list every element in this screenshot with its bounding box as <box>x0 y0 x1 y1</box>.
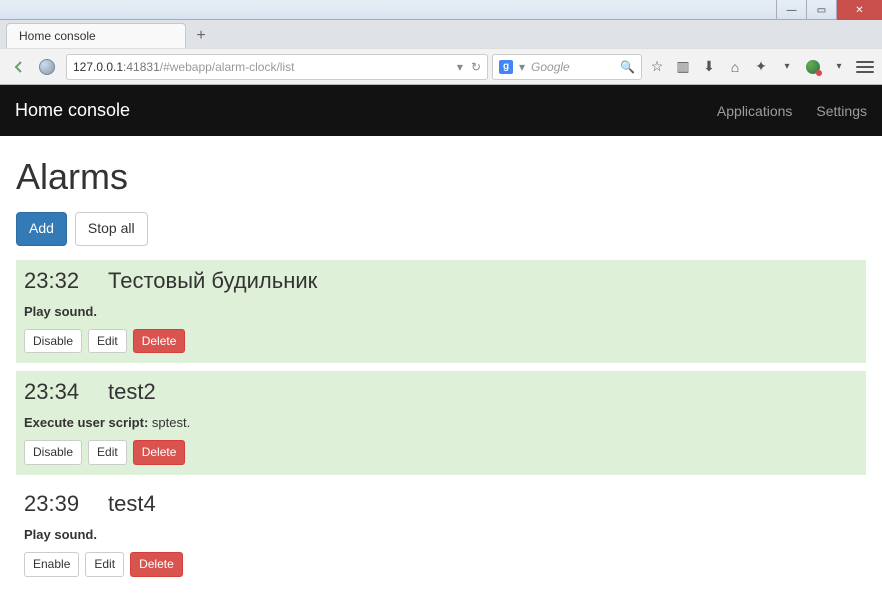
hamburger-icon <box>856 61 874 73</box>
nav-link-applications[interactable]: Applications <box>717 103 793 119</box>
disable-button[interactable]: Disable <box>24 329 82 354</box>
reload-icon[interactable]: ↻ <box>471 60 481 74</box>
browser-chrome: — ▭ ✕ Home console + 127.0.0.1:41831/#we… <box>0 0 882 85</box>
window-close-button[interactable]: ✕ <box>836 0 882 20</box>
navbar-links: Applications Settings <box>717 103 867 119</box>
extension-button[interactable] <box>802 56 824 78</box>
menu-button[interactable] <box>854 56 876 78</box>
url-bar: 127.0.0.1:41831/#webapp/alarm-clock/list… <box>0 48 882 84</box>
alarm-description: Execute user script: sptest. <box>24 415 858 430</box>
delete-button[interactable]: Delete <box>130 552 183 577</box>
caret-icon[interactable]: ▾ <box>776 56 798 78</box>
bookmark-button[interactable]: ☆ <box>646 56 668 78</box>
url-text: 127.0.0.1:41831/#webapp/alarm-clock/list <box>73 60 294 74</box>
tab-title: Home console <box>19 29 96 43</box>
main-container: Alarms Add Stop all 23:32 Тестовый будил… <box>0 136 882 593</box>
stop-all-button[interactable]: Stop all <box>75 212 148 246</box>
search-box[interactable]: g ▾ Google 🔍 <box>492 54 642 80</box>
alarm-description: Play sound. <box>24 304 858 319</box>
edit-button[interactable]: Edit <box>88 329 127 354</box>
home-button[interactable]: ⌂ <box>724 56 746 78</box>
page-actions: Add Stop all <box>16 212 866 246</box>
alarm-time: 23:34 <box>24 379 84 405</box>
add-button[interactable]: Add <box>16 212 67 246</box>
window-controls: — ▭ ✕ <box>0 0 882 20</box>
alarm-actions: Enable Edit Delete <box>24 552 858 577</box>
alarm-item: 23:34 test2 Execute user script: sptest.… <box>16 371 866 475</box>
alarm-name: test4 <box>108 491 156 517</box>
addon-button[interactable]: ✦ <box>750 56 772 78</box>
caret-icon[interactable]: ▾ <box>828 56 850 78</box>
enable-button[interactable]: Enable <box>24 552 79 577</box>
search-placeholder: Google <box>531 60 570 74</box>
alarm-header: 23:39 test4 <box>24 491 858 517</box>
search-icon[interactable]: 🔍 <box>620 60 635 74</box>
window-minimize-button[interactable]: — <box>776 0 806 20</box>
new-tab-button[interactable]: + <box>188 26 214 46</box>
alarm-time: 23:32 <box>24 268 84 294</box>
alarm-header: 23:34 test2 <box>24 379 858 405</box>
downloads-button[interactable]: ⬇ <box>698 56 720 78</box>
alarm-name: Тестовый будильник <box>108 268 317 294</box>
alarm-header: 23:32 Тестовый будильник <box>24 268 858 294</box>
edit-button[interactable]: Edit <box>88 440 127 465</box>
alarm-name: test2 <box>108 379 156 405</box>
globe-icon <box>39 59 55 75</box>
navbar-brand[interactable]: Home console <box>15 100 130 121</box>
dropdown-icon[interactable]: ▾ <box>519 60 525 74</box>
identity-button[interactable] <box>36 54 62 80</box>
page-viewport[interactable]: Home console Applications Settings Alarm… <box>0 85 882 593</box>
dropdown-icon[interactable]: ▾ <box>457 60 463 74</box>
alarm-actions: Disable Edit Delete <box>24 440 858 465</box>
nav-link-settings[interactable]: Settings <box>816 103 867 119</box>
alarm-item: 23:39 test4 Play sound. Enable Edit Dele… <box>16 483 866 587</box>
back-button[interactable] <box>6 54 32 80</box>
app-navbar: Home console Applications Settings <box>0 85 882 136</box>
alarm-item: 23:32 Тестовый будильник Play sound. Dis… <box>16 260 866 364</box>
delete-button[interactable]: Delete <box>133 329 186 354</box>
alarm-actions: Disable Edit Delete <box>24 329 858 354</box>
url-input[interactable]: 127.0.0.1:41831/#webapp/alarm-clock/list… <box>66 54 488 80</box>
search-engine-icon: g <box>499 60 513 74</box>
alarm-time: 23:39 <box>24 491 84 517</box>
library-button[interactable]: ▥ <box>672 56 694 78</box>
delete-button[interactable]: Delete <box>133 440 186 465</box>
alarm-description: Play sound. <box>24 527 858 542</box>
browser-tab[interactable]: Home console <box>6 23 186 48</box>
tab-bar: Home console + <box>0 20 882 48</box>
page-title: Alarms <box>16 156 866 198</box>
back-icon <box>11 59 27 75</box>
window-maximize-button[interactable]: ▭ <box>806 0 836 20</box>
edit-button[interactable]: Edit <box>85 552 124 577</box>
disable-button[interactable]: Disable <box>24 440 82 465</box>
